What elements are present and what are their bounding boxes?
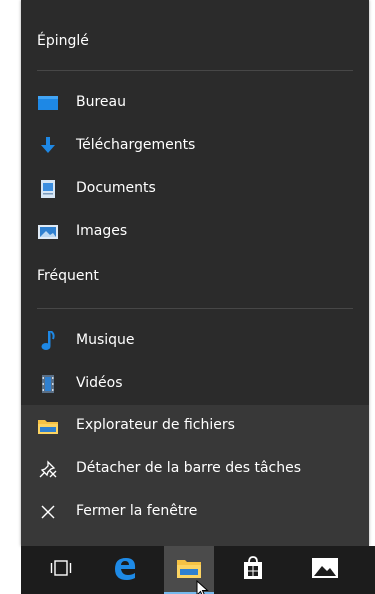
- file-explorer-icon: [37, 416, 59, 436]
- photos-icon: [312, 558, 338, 582]
- close-icon: [37, 502, 59, 522]
- pictures-icon: [37, 222, 59, 242]
- screen: Épinglé Bureau Téléchargements Documents: [0, 0, 375, 594]
- jump-item-documents[interactable]: Documents: [21, 168, 369, 210]
- jump-item-label: Images: [76, 223, 128, 239]
- jump-item-musique[interactable]: Musique: [21, 320, 369, 362]
- jump-item-label: Documents: [76, 180, 156, 196]
- jump-item-label: Bureau: [76, 94, 126, 110]
- taskbar-photos-button[interactable]: [300, 546, 350, 594]
- taskbar-edge-button[interactable]: [100, 546, 150, 594]
- taskbar-store-button[interactable]: [228, 546, 278, 594]
- jump-item-bureau[interactable]: Bureau: [21, 82, 369, 124]
- music-note-icon: [37, 331, 59, 351]
- document-icon: [37, 179, 59, 199]
- video-film-icon: [37, 374, 59, 394]
- action-file-explorer[interactable]: Explorateur de fichiers: [21, 405, 369, 447]
- mouse-cursor-icon: [196, 580, 209, 594]
- taskbar-task-view-button[interactable]: [36, 546, 86, 594]
- action-unpin-taskbar[interactable]: Détacher de la barre des tâches: [21, 448, 369, 490]
- store-bag-icon: [242, 556, 264, 584]
- jump-item-label: Vidéos: [76, 375, 123, 391]
- jump-item-label: Musique: [76, 332, 135, 348]
- frequent-divider: [37, 308, 353, 309]
- jump-item-images[interactable]: Images: [21, 211, 369, 253]
- jump-item-label: Téléchargements: [76, 137, 196, 153]
- action-label: Fermer la fenêtre: [76, 503, 198, 519]
- frequent-section-header: Fréquent: [37, 268, 99, 284]
- edge-browser-icon: [112, 555, 138, 585]
- jump-list-actions: Explorateur de fichiers Détacher de la b…: [21, 405, 369, 546]
- action-close-window[interactable]: Fermer la fenêtre: [21, 491, 369, 533]
- pinned-divider: [37, 70, 353, 71]
- jump-list-menu: Épinglé Bureau Téléchargements Documents: [21, 0, 369, 546]
- pinned-section-header: Épinglé: [37, 33, 89, 49]
- file-explorer-icon: [177, 558, 201, 582]
- download-arrow-icon: [37, 136, 59, 156]
- jump-item-telechargements[interactable]: Téléchargements: [21, 125, 369, 167]
- desktop-folder-icon: [37, 93, 59, 113]
- action-label: Explorateur de fichiers: [76, 417, 235, 433]
- unpin-icon: [37, 459, 59, 479]
- jump-item-videos[interactable]: Vidéos: [21, 363, 369, 405]
- task-view-icon: [50, 560, 72, 580]
- action-label: Détacher de la barre des tâches: [76, 460, 301, 476]
